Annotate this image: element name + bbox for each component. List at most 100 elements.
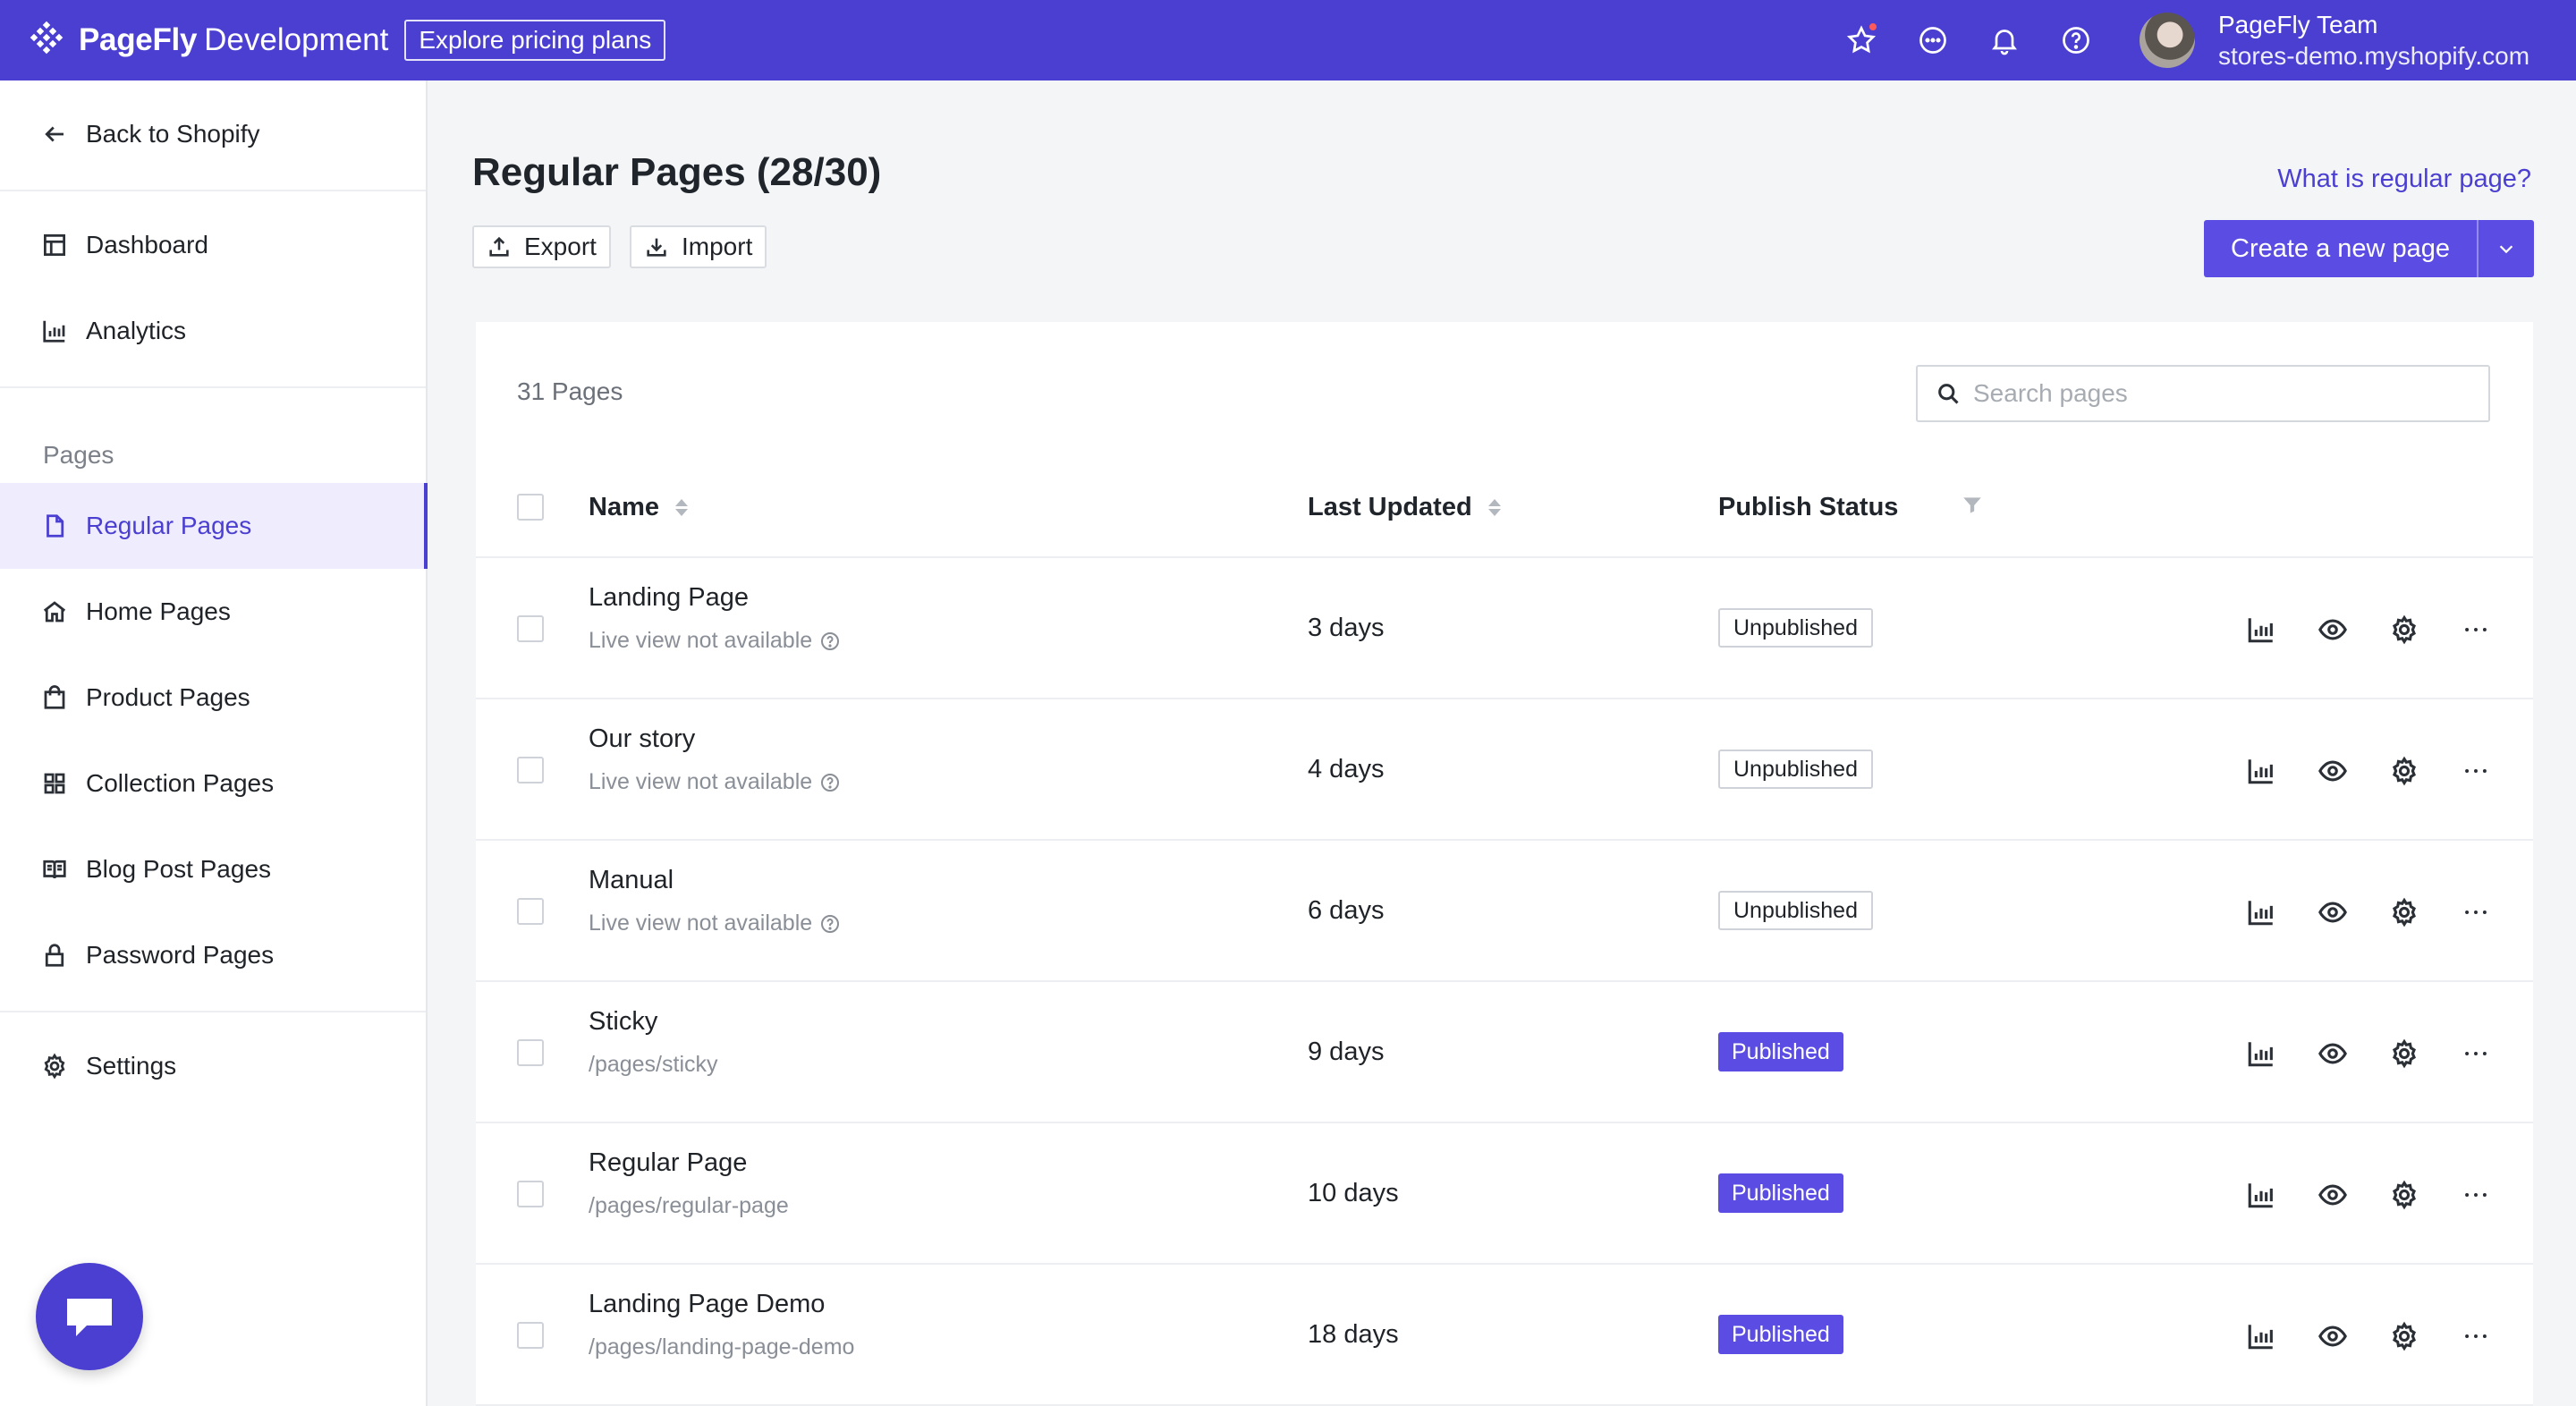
user-name: PageFly Team [2218,11,2378,38]
page-count: 31 Pages [517,377,623,405]
more-options-icon[interactable] [2456,893,2496,932]
sidebar-item-label: Home Pages [86,597,231,625]
search-icon [1938,384,1959,404]
last-updated: 6 days [1308,896,1385,925]
sidebar-item-product-pages[interactable]: Product Pages [0,655,426,741]
preview-eye-icon[interactable] [2313,1034,2352,1073]
sidebar-item-label: Dashboard [86,231,208,258]
more-options-icon[interactable] [2456,751,2496,791]
table-row: Regular Page/pages/regular-page 10 days Pu… [476,1123,2533,1265]
grid-icon [44,773,65,794]
page-name-link[interactable]: Our story [589,724,695,754]
more-options-icon[interactable] [2456,610,2496,649]
preview-eye-icon[interactable] [2313,751,2352,791]
row-checkbox[interactable] [517,898,544,925]
page-url: Live view not available [589,628,841,654]
export-label: Export [524,233,597,260]
sort-icon [1487,498,1501,516]
page-name-link[interactable]: Manual [589,866,674,895]
page-name-link[interactable]: Landing Page Demo [589,1290,825,1319]
page-url-text: Live view not available [589,769,813,794]
create-new-page-button[interactable]: Create a new page [2204,220,2478,277]
settings-gear-icon[interactable] [2385,1317,2424,1356]
search-input[interactable] [1973,379,2474,408]
settings-gear-icon[interactable] [2385,1175,2424,1215]
pagefly-logo-icon [27,21,66,60]
settings-gear-icon[interactable] [2385,610,2424,649]
status-badge: Published [1718,1032,1843,1071]
star-icon[interactable] [1843,21,1880,59]
what-is-regular-page-link[interactable]: What is regular page? [2277,165,2531,194]
analytics-icon[interactable] [2241,751,2281,791]
help-icon[interactable] [2057,21,2095,59]
book-icon [43,860,66,879]
preview-eye-icon[interactable] [2313,893,2352,932]
column-updated-header[interactable]: Last Updated [1308,456,1501,558]
table-row: Sticky/pages/sticky 9 days Published [476,982,2533,1123]
help-circle-icon[interactable] [819,631,841,652]
table-row: Manual Live view not available 6 days Unpub… [476,841,2533,982]
page-name-link[interactable]: Regular Page [589,1148,747,1178]
sidebar-item-label: Blog Post Pages [86,855,272,883]
bell-icon[interactable] [1986,21,2023,59]
row-checkbox[interactable] [517,615,544,642]
column-status-header: Publish Status [1718,456,1898,558]
notification-dot [1868,21,1878,32]
help-circle-icon[interactable] [819,913,841,935]
analytics-icon[interactable] [2241,893,2281,932]
sidebar-item-collection-pages[interactable]: Collection Pages [0,741,426,826]
sidebar-item-dashboard[interactable]: Dashboard [0,202,426,288]
table-row: Our story Live view not available 4 days Un… [476,699,2533,841]
column-name-header[interactable]: Name [589,456,688,558]
more-options-icon[interactable] [2456,1175,2496,1215]
page-name-link[interactable]: Sticky [589,1007,657,1037]
brand-name: PageFly [79,22,198,57]
analytics-icon[interactable] [2241,1175,2281,1215]
sidebar-item-analytics[interactable]: Analytics [0,288,426,374]
select-all-checkbox[interactable] [517,494,544,521]
back-to-shopify-link[interactable]: Back to Shopify [0,91,426,177]
user-menu[interactable]: PageFly Team stores-demo.myshopify.com [2140,0,2529,80]
live-chat-button[interactable] [36,1263,143,1370]
preview-eye-icon[interactable] [2313,1175,2352,1215]
preview-eye-icon[interactable] [2313,610,2352,649]
chat-icon[interactable] [1914,21,1952,59]
page-url: Live view not available [589,911,841,936]
create-options-dropdown[interactable] [2477,220,2535,277]
settings-gear-icon[interactable] [2385,1034,2424,1073]
more-options-icon[interactable] [2456,1317,2496,1356]
more-options-icon[interactable] [2456,1034,2496,1073]
export-button[interactable]: Export [472,225,611,268]
analytics-icon[interactable] [2241,1317,2281,1356]
chevron-down-icon [2499,245,2513,254]
sidebar-item-label: Password Pages [86,941,275,969]
settings-gear-icon[interactable] [2385,751,2424,791]
analytics-icon[interactable] [2241,1034,2281,1073]
sidebar-item-regular-pages[interactable]: Regular Pages [0,483,428,569]
row-actions [2241,893,2496,932]
sidebar-item-home-pages[interactable]: Home Pages [0,569,426,655]
page-name-link[interactable]: Landing Page [589,583,749,613]
status-badge: Unpublished [1718,608,1873,648]
sidebar-item-password-pages[interactable]: Password Pages [0,912,426,998]
filter-icon[interactable] [1961,494,1984,517]
explore-pricing-button[interactable]: Explore pricing plans [404,20,666,61]
sidebar-item-label: Collection Pages [86,769,275,797]
top-bar: PageFly Development Explore pricing plan… [0,0,2576,80]
row-checkbox[interactable] [517,757,544,783]
sidebar-item-settings[interactable]: Settings [0,1023,426,1109]
preview-eye-icon[interactable] [2313,1317,2352,1356]
sidebar-item-label: Analytics [86,317,187,344]
row-checkbox[interactable] [517,1181,544,1207]
analytics-icon[interactable] [2241,610,2281,649]
row-checkbox[interactable] [517,1322,544,1349]
row-checkbox[interactable] [517,1039,544,1066]
sidebar-item-blog-post-pages[interactable]: Blog Post Pages [0,826,426,912]
sidebar: Back to Shopify Dashboard Analytics Page… [0,80,428,1406]
help-circle-icon[interactable] [819,772,841,793]
import-button[interactable]: Import [630,225,767,268]
settings-gear-icon[interactable] [2385,893,2424,932]
table-row: Landing Page Live view not available 3 day… [476,558,2533,699]
page-url-text: Live view not available [589,911,813,936]
brand[interactable]: PageFly Development [27,21,388,60]
